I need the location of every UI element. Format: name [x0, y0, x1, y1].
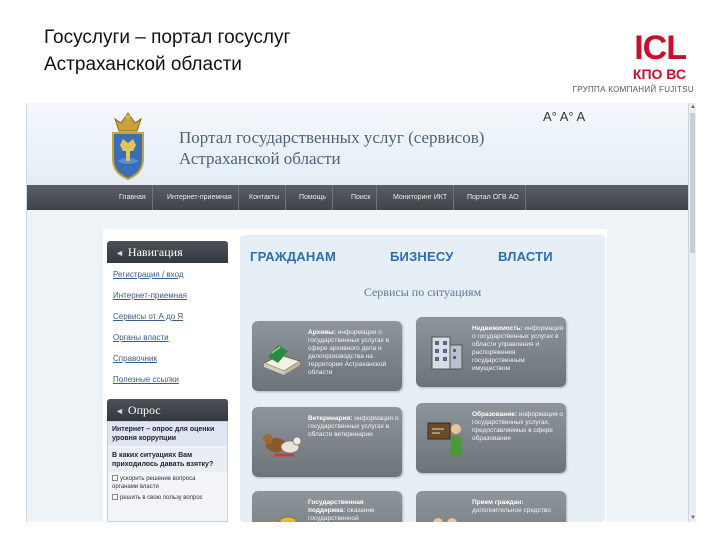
service-card-description: информация о государственных услугах в о…	[472, 325, 564, 372]
service-card-title: Недвижимость:	[472, 325, 523, 332]
service-card-description: информация о государственных услугах в с…	[308, 329, 390, 376]
icl-logo-group: ГРУППА КОМПАНИЙ FUJITSU	[572, 85, 694, 94]
checkbox[interactable]	[112, 475, 118, 482]
content-area: ◄ Навигация Регистрация / вход Интернет-п…	[103, 229, 607, 522]
service-card-text: Прием граждан: дополнительное средство	[472, 499, 564, 515]
scroll-up-icon[interactable]: ▲	[689, 103, 696, 111]
panel-arrow-icon: ◄	[115, 248, 124, 258]
portal-screenshot: Портал государственных услуг (сервисов) …	[26, 103, 696, 522]
icl-logo-sub: КПО ВС	[632, 66, 686, 82]
slide-title-line1: Госуслуги – портал госуслуг	[44, 27, 291, 48]
coat-of-arms-icon	[112, 112, 144, 181]
poll-option-label: ускорить решение вопроса органами власти	[112, 476, 196, 490]
scroll-down-icon[interactable]: ▼	[689, 514, 696, 522]
slide-title: Госуслуги – портал госуслуг Астраханской…	[44, 24, 464, 78]
service-card-text: Образование: информация о государственны…	[472, 411, 564, 443]
checkbox[interactable]	[112, 494, 118, 501]
service-card-title: Прием граждан:	[472, 499, 524, 506]
poll-question: В каких ситуациях Вам приходилось давать…	[108, 448, 227, 472]
poll-panel-title: Опрос	[127, 403, 161, 417]
nav-link-directory[interactable]: Справочник	[113, 348, 228, 369]
services-panel: ГРАЖДАНАМ БИЗНЕСУ ВЛАСТИ Сервисы по ситу…	[240, 235, 605, 522]
nav-link-useful-links[interactable]: Полезные ссылки	[113, 369, 228, 390]
nav-link-internet-reception[interactable]: Интернет-приемная	[113, 285, 228, 306]
panel-arrow-icon: ◄	[115, 406, 124, 416]
coins-icon	[267, 516, 297, 522]
services-title: Сервисы по ситуациям	[363, 285, 482, 299]
service-card-real-estate[interactable]: Недвижимость: информация о государственн…	[416, 317, 566, 387]
service-card-veterinary[interactable]: Ветеринария: информация о государственны…	[252, 407, 402, 477]
poll-option-label: решить в свою пользу вопрос	[120, 495, 203, 501]
building-icon	[431, 336, 463, 370]
service-card-description: дополнительное средство	[472, 507, 551, 514]
book-icon	[262, 345, 302, 375]
service-card-text: Архивы: информация о государственных усл…	[308, 329, 400, 377]
service-card-citizens-reception[interactable]: Прием граждан: дополнительное средство	[416, 491, 566, 522]
graduate-icon	[427, 422, 462, 455]
service-card-title: Архивы:	[308, 329, 336, 336]
service-card-title: Ветеринария:	[308, 415, 353, 422]
vertical-scrollbar[interactable]: ▲ ▼	[688, 103, 696, 522]
nav-item-internet-reception[interactable]: Интернет-приемная	[161, 185, 239, 210]
service-card-text: Недвижимость: информация о государственн…	[472, 325, 564, 373]
nav-link-authorities[interactable]: Органы власти	[113, 327, 228, 348]
animals-icon	[263, 434, 302, 457]
tab-citizens[interactable]: ГРАЖДАНАМ	[250, 249, 336, 264]
nav-item-contacts[interactable]: Контакты	[243, 185, 287, 210]
poll-panel-header: ◄ Опрос	[107, 399, 228, 421]
service-card-state-support[interactable]: Государственная поддержка: оказание госу…	[252, 491, 402, 522]
service-card-text: Ветеринария: информация о государственны…	[308, 415, 400, 439]
service-card-archives[interactable]: Архивы: информация о государственных усл…	[252, 321, 402, 391]
font-size-control[interactable]: A° A° A	[543, 109, 585, 124]
service-card-text: Государственная поддержка: оказание госу…	[308, 499, 400, 522]
nav-item-ict-monitoring[interactable]: Мониторинг ИКТ	[387, 185, 455, 210]
nav-item-help[interactable]: Помощь	[293, 185, 334, 210]
nav-link-services-az[interactable]: Сервисы от А до Я	[113, 306, 228, 327]
service-card-title: Образование:	[472, 411, 518, 418]
nav-link-registration[interactable]: Регистрация / вход	[113, 264, 228, 285]
site-header: Портал государственных услуг (сервисов) …	[27, 103, 689, 185]
tab-business[interactable]: БИЗНЕСУ	[390, 249, 454, 264]
navigation-panel-title: Навигация	[127, 245, 183, 259]
poll-option[interactable]: решить в свою пользу вопрос	[108, 491, 227, 502]
people-icon	[433, 518, 457, 522]
tab-authorities[interactable]: ВЛАСТИ	[498, 249, 553, 264]
nav-item-ogv-portal[interactable]: Портал ОГВ АО	[461, 185, 526, 210]
poll-box: Интернет – опрос для оценки уровня корру…	[107, 421, 228, 522]
nav-item-search[interactable]: Поиск	[345, 185, 378, 210]
poll-option[interactable]: ускорить решение вопроса органами власти	[108, 472, 227, 491]
nav-item-home[interactable]: Главная	[113, 185, 153, 210]
site-title-line2: Астраханской области	[179, 149, 341, 168]
scroll-thumb[interactable]	[690, 113, 695, 253]
main-navbar: Главная Интернет-приемная Контакты Помощ…	[27, 185, 689, 210]
site-title: Портал государственных услуг (сервисов) …	[179, 127, 484, 169]
icl-logo-mark: ICL	[634, 29, 687, 67]
icl-logo: ICL КПО ВС ГРУППА КОМПАНИЙ FUJITSU	[552, 30, 702, 100]
navigation-list: Регистрация / вход Интернет-приемная Сер…	[113, 264, 228, 390]
navigation-panel-header: ◄ Навигация	[107, 241, 228, 263]
slide-title-line2: Астраханской области	[44, 54, 242, 75]
site-title-line1: Портал государственных услуг (сервисов)	[179, 128, 485, 147]
service-card-education[interactable]: Образование: информация о государственны…	[416, 403, 566, 473]
poll-title: Интернет – опрос для оценки уровня корру…	[108, 422, 227, 446]
